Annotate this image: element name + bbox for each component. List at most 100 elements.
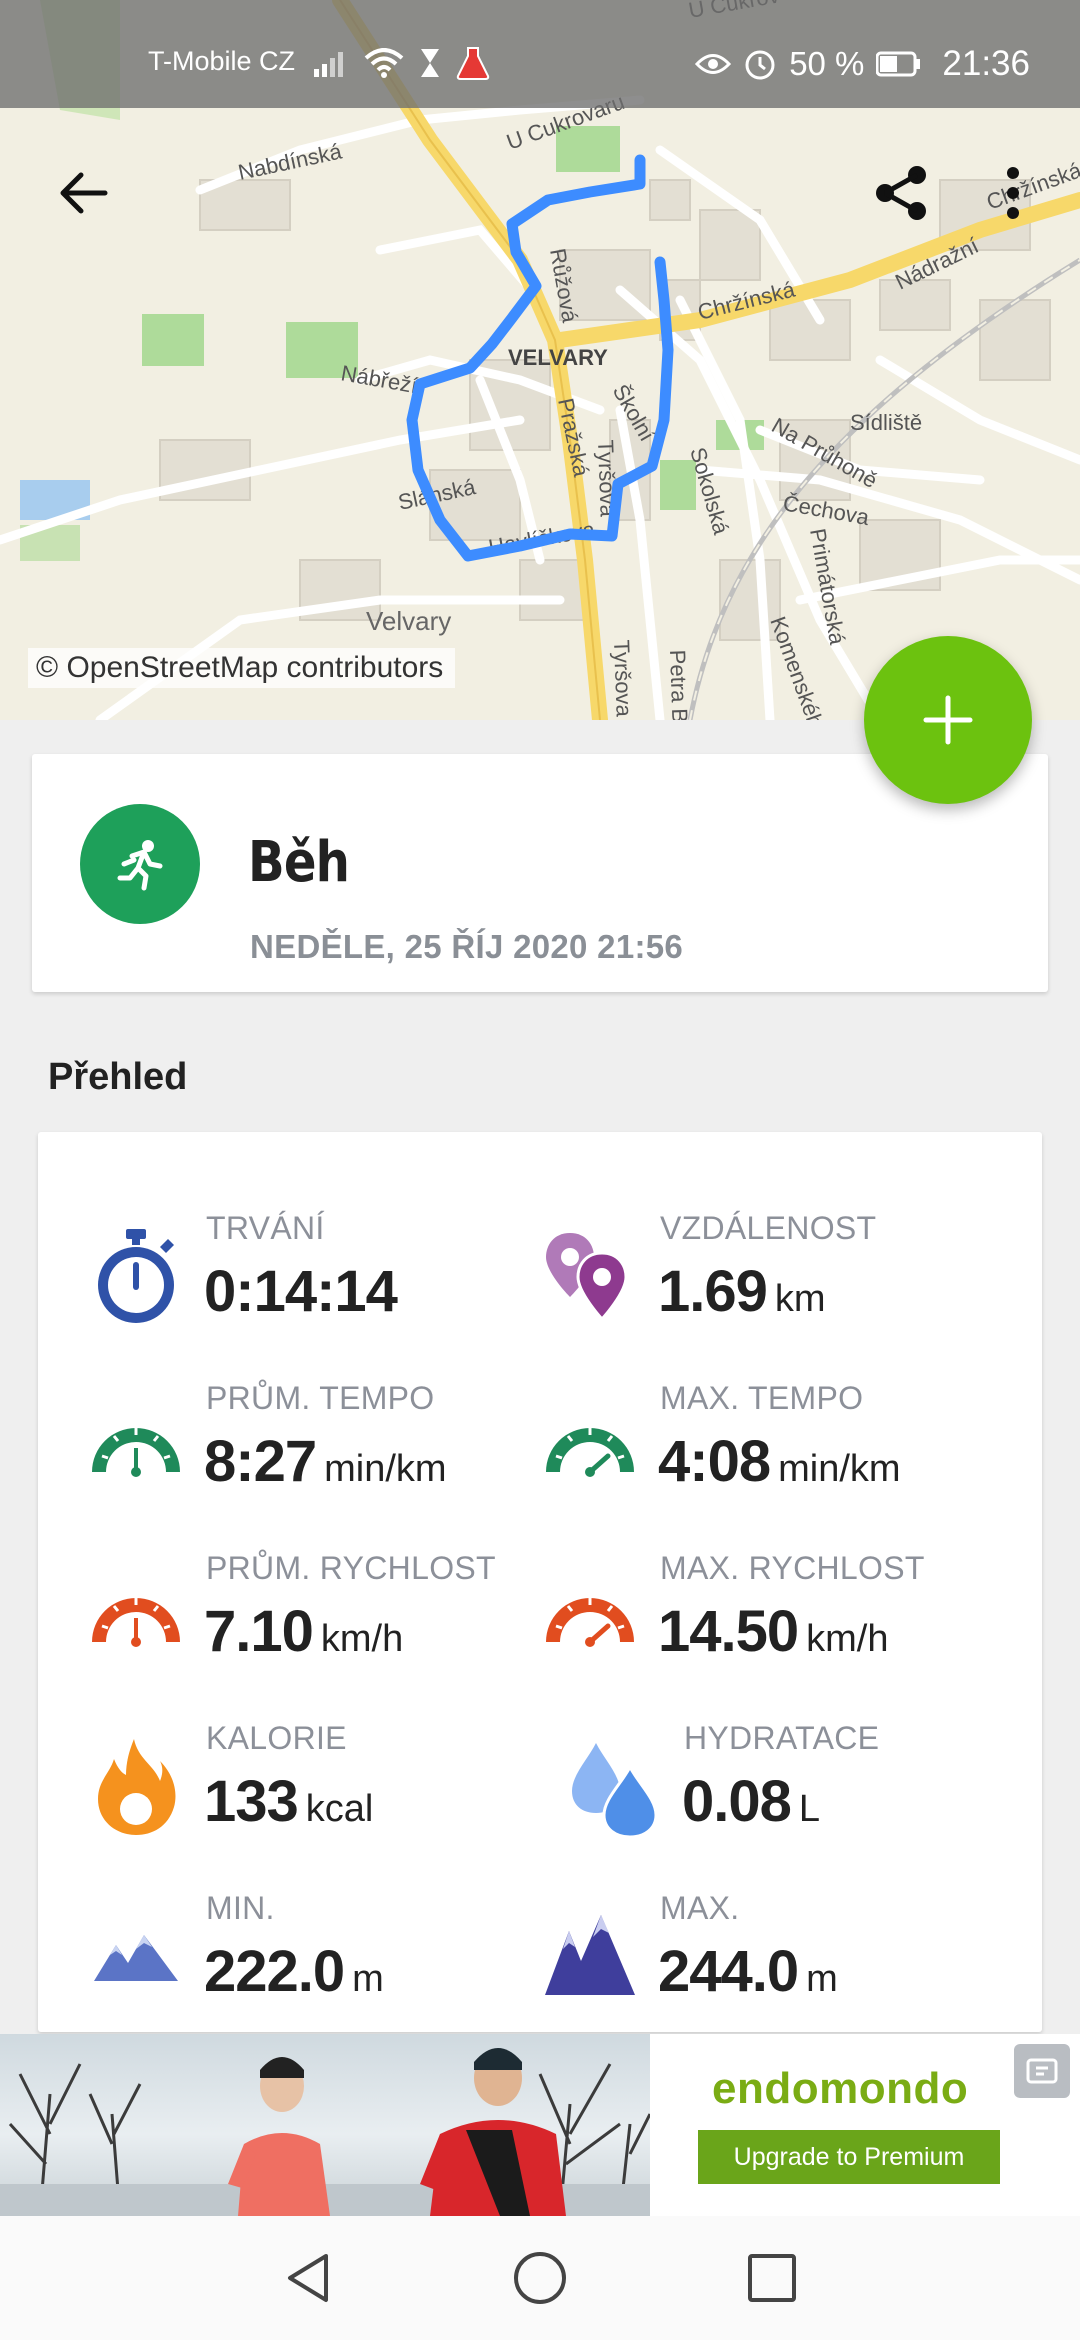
overview-title: Přehled [48,1056,188,1098]
stat-unit: min/km [778,1448,901,1490]
more-options-button[interactable] [978,158,1048,228]
stat-unit: km/h [320,1618,404,1660]
stat-unit: kcal [305,1788,374,1830]
svg-text:Nabdínská: Nabdínská [236,138,345,184]
plus-icon [923,695,973,745]
gauge-glyph [92,1428,180,1477]
stat-unit: km [774,1278,826,1320]
ad-close-icon[interactable] [1014,2044,1070,2098]
svg-text:Sídliště: Sídliště [850,410,922,435]
stat-value: 0:14:14 [204,1259,398,1324]
stat-unit: m [352,1958,384,2000]
square-recents-icon [748,2254,796,2302]
battery-percent: 50 % [789,45,865,82]
stat-min-altitude: MIN. 222.0 m [86,1890,566,2030]
stat-unit: km/h [806,1618,889,1660]
runner-glyph [117,840,163,891]
share-button[interactable] [866,158,936,228]
ad-banner[interactable]: endomondo Upgrade to Premium [0,2034,1080,2216]
stat-value-row: 244.0 m [658,1938,838,2005]
stat-value: 0.08 [682,1769,792,1834]
signal-icon [314,52,343,77]
stopwatch-glyph [98,1229,174,1323]
stat-label: HYDRATACE [684,1720,880,1756]
mountains-high-icon [540,1902,640,2012]
stat-label: MAX. TEMPO [660,1380,864,1416]
svg-text:VELVARY: VELVARY [508,345,608,370]
stat-value-row: 4:08 min/km [658,1428,901,1495]
nav-back-button[interactable] [276,2246,340,2310]
ad-photo-art [0,2048,650,2216]
mountain-glyph [545,1915,635,1995]
stat-label: PRŮM. RYCHLOST [206,1550,496,1586]
eye-icon [695,54,732,74]
stat-value: 14.50 [658,1599,799,1664]
nav-recents-button[interactable] [740,2246,804,2310]
stat-calories: KALORIE 133 kcal [86,1720,566,1860]
stat-value: 1.69 [658,1259,768,1324]
status-left-icons [314,46,490,80]
stat-value-row: 222.0 m [204,1938,384,2005]
system-nav-bar [0,2216,1080,2340]
stat-unit: min/km [324,1448,447,1490]
circle-home-icon [514,2252,566,2304]
stat-value-row: 1.69 km [658,1258,826,1325]
gauge-glyph [546,1598,634,1647]
stat-value-row: 133 kcal [204,1768,373,1835]
svg-text:Petra Bezruče: Petra Bezruče [665,649,695,720]
stat-value-row: 0.08 L [682,1768,820,1835]
map-canvas: U Cukrovaru Nabdínská Chržínská Chržínsk… [0,0,1080,720]
svg-text:Tyršova: Tyršova [609,639,637,718]
ad-panel[interactable]: endomondo Upgrade to Premium [650,2034,1080,2216]
activity-card[interactable]: Běh NEDĚLE, 25 ŘÍJ 2020 21:56 [32,754,1048,992]
flask-icon [456,47,490,80]
stat-value-row: 14.50 km/h [658,1598,889,1665]
stat-value: 4:08 [658,1429,771,1494]
route-map[interactable]: U Cukrovaru Nabdínská Chržínská Chržínsk… [0,0,1080,720]
stat-unit: L [798,1788,821,1830]
add-button[interactable] [864,636,1032,804]
ad-badge-glyph [1026,2058,1058,2084]
overview-card: TRVÁNÍ 0:14:14 VZDÁLENOST 1.69 km PRŮM. … [38,1132,1042,2032]
water-drops-icon [564,1732,664,1842]
pins-glyph [546,1233,628,1322]
running-icon [80,804,200,924]
upgrade-premium-button[interactable]: Upgrade to Premium [698,2130,1000,2184]
activity-datetime: NEDĚLE, 25 ŘÍJ 2020 21:56 [250,928,684,965]
status-bar: T-Mobile CZ 50 % 21:36 [0,0,1080,108]
map-attribution[interactable]: © OpenStreetMap contributors [28,648,456,688]
stat-label: TRVÁNÍ [206,1210,325,1246]
stat-duration: TRVÁNÍ 0:14:14 [86,1210,566,1350]
stat-label: VZDÁLENOST [660,1210,877,1246]
speedometer-red-icon [86,1562,186,1672]
back-button[interactable] [48,158,118,228]
share-icon [876,166,926,220]
hourglass-icon [421,49,439,77]
triangle-back-icon [288,2254,328,2302]
status-right: 50 % 21:36 [695,44,1030,84]
stat-max-speed: MAX. RYCHLOST 14.50 km/h [540,1550,1020,1690]
ad-photo [0,2034,650,2216]
flame-glyph [98,1739,176,1835]
stat-label: MIN. [206,1890,275,1926]
wifi-icon [364,48,404,78]
mountain-glyph [94,1935,178,1981]
more-vert-icon [1007,167,1019,219]
stat-label: PRŮM. TEMPO [206,1380,435,1416]
activity-name: Běh [248,830,350,895]
svg-text:Velvary: Velvary [366,606,451,636]
stat-label: MAX. RYCHLOST [660,1550,925,1586]
flame-icon [86,1732,186,1842]
nav-home-button[interactable] [508,2246,572,2310]
stat-value: 8:27 [204,1429,317,1494]
speedometer-green-max-icon [540,1392,640,1502]
stat-value: 222.0 [204,1939,345,2004]
carrier-name: T-Mobile CZ [148,46,296,76]
stat-label: MAX. [660,1890,740,1926]
stat-avg-pace: PRŮM. TEMPO 8:27 min/km [86,1380,566,1520]
stat-value-row: 7.10 km/h [204,1598,403,1665]
stopwatch-icon [86,1222,186,1332]
stat-avg-speed: PRŮM. RYCHLOST 7.10 km/h [86,1550,566,1690]
speedometer-red-max-icon [540,1562,640,1672]
battery-icon [876,51,921,77]
